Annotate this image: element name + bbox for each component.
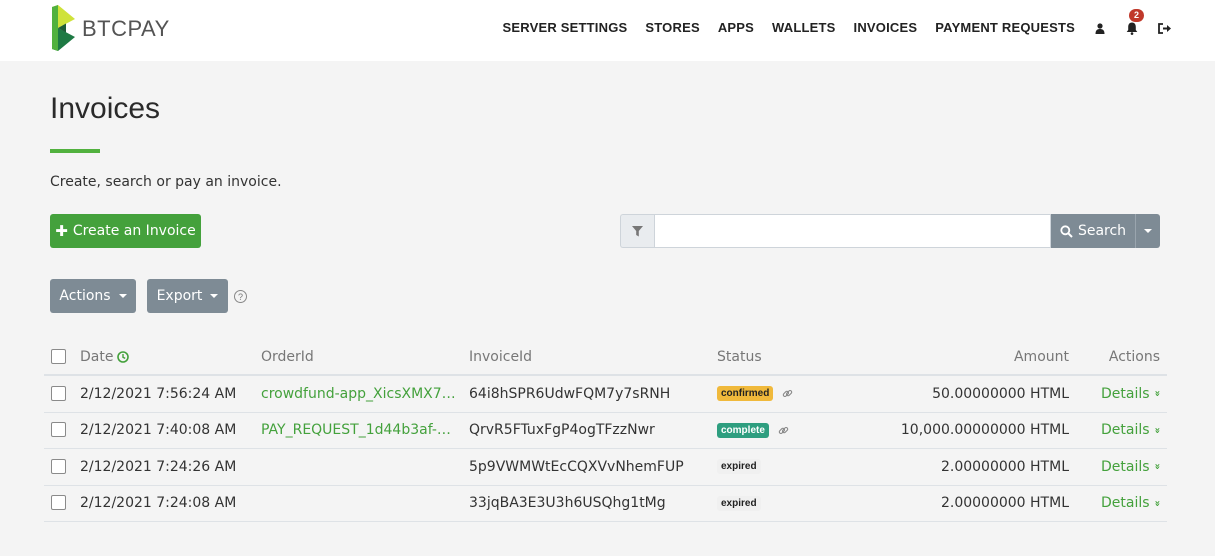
status-badge: expired bbox=[717, 459, 761, 475]
link-icon[interactable] bbox=[778, 425, 789, 436]
page-description: Create, search or pay an invoice. bbox=[50, 174, 282, 190]
link-icon[interactable] bbox=[782, 388, 793, 399]
invoices-table: Date OrderId InvoiceId Status Amount Act… bbox=[44, 340, 1167, 522]
details-toggle[interactable]: Details» bbox=[1100, 495, 1163, 512]
invoice-date: 2/12/2021 7:40:08 AM bbox=[80, 422, 237, 439]
status-badge: confirmed bbox=[717, 386, 774, 402]
select-all-checkbox[interactable] bbox=[51, 349, 66, 364]
row-checkbox[interactable] bbox=[51, 385, 66, 401]
search-icon bbox=[1060, 224, 1073, 238]
row-checkbox[interactable] bbox=[51, 422, 66, 438]
invoice-id: 5p9VWMWtEcCQXVvNhemFUP bbox=[469, 458, 684, 475]
status-badge: expired bbox=[717, 495, 761, 511]
invoice-date: 2/12/2021 7:56:24 AM bbox=[80, 385, 237, 402]
order-id-link[interactable]: crowdfund-app_XicsXMX7b… bbox=[261, 386, 457, 402]
invoice-amount: 50.00000000 HTML bbox=[932, 385, 1069, 402]
details-toggle[interactable]: Details» bbox=[1100, 458, 1163, 475]
page-title: Invoices bbox=[50, 92, 161, 125]
title-underline bbox=[50, 149, 100, 153]
column-header-orderid: OrderId bbox=[261, 349, 314, 365]
column-header-actions: Actions bbox=[1108, 349, 1160, 365]
nav-wallets[interactable]: WALLETS bbox=[772, 18, 836, 38]
table-row: 2/12/2021 7:24:08 AM 33jqBA3E3U3h6USQhg1… bbox=[44, 486, 1167, 522]
create-invoice-button[interactable]: ✚ Create an Invoice bbox=[50, 214, 201, 248]
invoice-amount: 10,000.00000000 HTML bbox=[900, 422, 1069, 439]
search-button[interactable]: Search bbox=[1051, 214, 1135, 248]
nav-invoices[interactable]: INVOICES bbox=[854, 18, 918, 38]
actions-label: Actions bbox=[59, 288, 111, 304]
invoice-id: 64i8hSPR6UdwFQM7y7sRNH bbox=[469, 385, 671, 402]
export-dropdown-button[interactable]: Export bbox=[147, 279, 228, 313]
invoice-amount: 2.00000000 HTML bbox=[940, 495, 1069, 512]
details-label: Details bbox=[1100, 458, 1150, 475]
invoice-id: QrvR5FTuxFgP4ogTFzzNwr bbox=[469, 422, 655, 439]
column-header-amount: Amount bbox=[1013, 349, 1069, 365]
double-chevron-down-icon: » bbox=[1151, 390, 1163, 397]
column-header-status: Status bbox=[717, 349, 762, 365]
nav-payment-requests[interactable]: PAYMENT REQUESTS bbox=[935, 18, 1075, 38]
logout-icon[interactable] bbox=[1157, 18, 1171, 38]
export-label: Export bbox=[156, 288, 203, 304]
search-input[interactable] bbox=[654, 214, 1051, 248]
table-row: 2/12/2021 7:56:24 AM crowdfund-app_XicsX… bbox=[44, 376, 1167, 413]
table-row: 2/12/2021 7:24:26 AM 5p9VWMWtEcCQXVvNhem… bbox=[44, 449, 1167, 486]
chevron-down-icon bbox=[118, 294, 127, 298]
table-header-row: Date OrderId InvoiceId Status Amount Act… bbox=[44, 340, 1167, 376]
double-chevron-down-icon: » bbox=[1151, 427, 1163, 434]
top-navbar: BTCPAY SERVER SETTINGS STORES APPS WALLE… bbox=[0, 0, 1215, 61]
table-row: 2/12/2021 7:40:08 AM PAY_REQUEST_1d44b3a… bbox=[44, 413, 1167, 449]
date-header-label: Date bbox=[80, 349, 114, 365]
help-icon[interactable]: ? bbox=[234, 290, 247, 303]
btcpay-logo-icon bbox=[52, 5, 75, 51]
search-group: Search bbox=[620, 214, 1160, 248]
clock-icon[interactable] bbox=[117, 351, 130, 363]
chevron-down-icon bbox=[1144, 229, 1152, 233]
nav-apps[interactable]: APPS bbox=[718, 18, 754, 38]
status-badge: complete bbox=[717, 422, 769, 438]
nav-links: SERVER SETTINGS STORES APPS WALLETS INVO… bbox=[485, 9, 1171, 38]
nav-stores[interactable]: STORES bbox=[645, 18, 699, 38]
btcpay-logo[interactable]: BTCPAY bbox=[50, 5, 170, 51]
row-checkbox[interactable] bbox=[51, 495, 66, 511]
double-chevron-down-icon: » bbox=[1151, 500, 1163, 507]
row-checkbox[interactable] bbox=[51, 458, 66, 474]
invoice-date: 2/12/2021 7:24:08 AM bbox=[80, 495, 237, 512]
details-toggle[interactable]: Details» bbox=[1100, 385, 1163, 402]
nav-server-settings[interactable]: SERVER SETTINGS bbox=[503, 18, 628, 38]
column-header-date[interactable]: Date bbox=[80, 340, 130, 374]
actions-dropdown-button[interactable]: Actions bbox=[50, 279, 136, 313]
order-id-link[interactable]: PAY_REQUEST_1d44b3af-67… bbox=[261, 422, 457, 438]
details-label: Details bbox=[1100, 385, 1150, 402]
details-toggle[interactable]: Details» bbox=[1100, 422, 1163, 439]
create-invoice-label: Create an Invoice bbox=[72, 223, 196, 239]
bell-icon[interactable]: 2 bbox=[1125, 9, 1145, 38]
chevron-down-icon bbox=[210, 294, 219, 298]
double-chevron-down-icon: » bbox=[1151, 463, 1163, 470]
filter-icon[interactable] bbox=[620, 214, 654, 248]
notification-count-badge: 2 bbox=[1129, 9, 1145, 22]
details-label: Details bbox=[1100, 422, 1150, 439]
column-header-invoiceid: InvoiceId bbox=[469, 349, 533, 365]
details-label: Details bbox=[1100, 495, 1150, 512]
invoice-id: 33jqBA3E3U3h6USQhg1tMg bbox=[469, 495, 666, 512]
user-icon[interactable] bbox=[1093, 18, 1107, 38]
plus-icon: ✚ bbox=[55, 222, 68, 240]
invoice-amount: 2.00000000 HTML bbox=[940, 458, 1069, 475]
logo-text: BTCPAY bbox=[82, 16, 170, 41]
invoice-date: 2/12/2021 7:24:26 AM bbox=[80, 458, 237, 475]
search-options-dropdown[interactable] bbox=[1135, 214, 1160, 248]
search-button-label: Search bbox=[1077, 223, 1127, 239]
